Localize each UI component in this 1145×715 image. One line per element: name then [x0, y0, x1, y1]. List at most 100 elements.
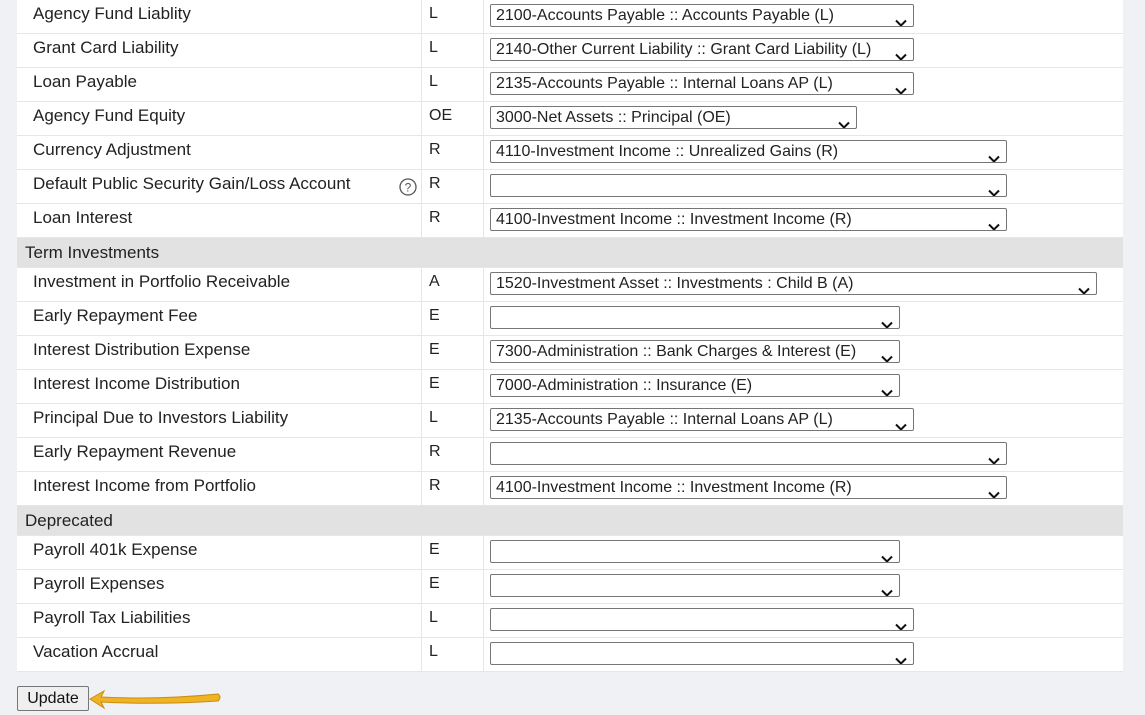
account-role-label: Payroll Tax Liabilities	[33, 608, 191, 627]
account-role-label: Payroll 401k Expense	[33, 540, 198, 559]
account-select-value: 4100-Investment Income :: Investment Inc…	[496, 479, 852, 496]
chevron-down-icon	[895, 650, 907, 664]
account-select[interactable]: 4100-Investment Income :: Investment Inc…	[490, 476, 1007, 499]
account-type-cell: L	[422, 638, 484, 671]
table-row: Agency Fund Liablity L 2100-Accounts Payab…	[17, 0, 1123, 34]
account-select[interactable]	[490, 306, 900, 329]
chevron-down-icon	[881, 548, 893, 562]
account-role-cell: Default Public Security Gain/Loss Accoun…	[17, 170, 422, 203]
account-cell: 4100-Investment Income :: Investment Inc…	[484, 472, 1123, 505]
account-type-cell: R	[422, 170, 484, 203]
account-role-cell: Early Repayment Revenue	[17, 438, 422, 471]
account-select[interactable]: 4100-Investment Income :: Investment Inc…	[490, 208, 1007, 231]
account-select-value: 7000-Administration :: Insurance (E)	[496, 377, 753, 394]
account-role-label: Interest Distribution Expense	[33, 340, 251, 359]
account-select[interactable]	[490, 574, 900, 597]
account-role-label: Loan Interest	[33, 208, 133, 227]
account-role-cell: Loan Payable	[17, 68, 422, 101]
account-role-cell: Payroll Tax Liabilities	[17, 604, 422, 637]
account-role-label: Early Repayment Revenue	[33, 442, 237, 461]
table-row: Loan Payable L 2135-Accounts Payable :: In…	[17, 68, 1123, 102]
account-type-cell: R	[422, 438, 484, 471]
account-role-label: Default Public Security Gain/Loss Accoun…	[33, 174, 351, 193]
account-type-cell: L	[422, 404, 484, 437]
account-select-value: 7300-Administration :: Bank Charges & In…	[496, 343, 857, 360]
account-role-cell: Payroll 401k Expense	[17, 536, 422, 569]
table-row: Interest Income from Portfolio R 4100-Inve…	[17, 472, 1123, 506]
account-select[interactable]	[490, 608, 914, 631]
account-type-cell: E	[422, 536, 484, 569]
table-row: Payroll Tax Liabilities L	[17, 604, 1123, 638]
account-select-value: 2100-Accounts Payable :: Accounts Payabl…	[496, 7, 834, 24]
account-select[interactable]: 2135-Accounts Payable :: Internal Loans …	[490, 408, 914, 431]
account-cell: 2135-Accounts Payable :: Internal Loans …	[484, 68, 1123, 101]
account-select[interactable]: 1520-Investment Asset :: Investments : C…	[490, 272, 1097, 295]
account-mapping-table: Agency Fund Liablity L 2100-Accounts Payab…	[17, 0, 1123, 672]
account-cell: 2140-Other Current Liability :: Grant Ca…	[484, 34, 1123, 67]
table-row: Payroll Expenses E	[17, 570, 1123, 604]
account-select[interactable]: 3000-Net Assets :: Principal (OE)	[490, 106, 857, 129]
account-select[interactable]: 2135-Accounts Payable :: Internal Loans …	[490, 72, 914, 95]
table-row: Agency Fund Equity OE 3000-Net Assets :: P…	[17, 102, 1123, 136]
account-type-cell: L	[422, 604, 484, 637]
account-select[interactable]: 7300-Administration :: Bank Charges & In…	[490, 340, 900, 363]
chevron-down-icon	[895, 12, 907, 26]
account-select-value: 2135-Accounts Payable :: Internal Loans …	[496, 75, 833, 92]
account-role-label: Principal Due to Investors Liability	[33, 408, 289, 427]
table-row: Loan Interest R 4100-Investment Income :: …	[17, 204, 1123, 238]
account-select[interactable]	[490, 442, 1007, 465]
account-role-cell: Agency Fund Liablity	[17, 0, 422, 33]
help-icon[interactable]: ?	[399, 178, 417, 196]
chevron-down-icon	[881, 582, 893, 596]
account-cell	[484, 302, 1123, 335]
table-row: Vacation Accrual L	[17, 638, 1123, 672]
account-type-cell: L	[422, 0, 484, 33]
account-cell: 4100-Investment Income :: Investment Inc…	[484, 204, 1123, 237]
account-role-cell: Interest Income from Portfolio	[17, 472, 422, 505]
chevron-down-icon	[881, 314, 893, 328]
account-select-value: 4110-Investment Income :: Unrealized Gai…	[496, 143, 839, 160]
table-row: Payroll 401k Expense E	[17, 536, 1123, 570]
account-role-cell: Grant Card Liability	[17, 34, 422, 67]
table-row: Interest Distribution Expense E 7300-Admin…	[17, 336, 1123, 370]
account-role-cell: Vacation Accrual	[17, 638, 422, 671]
account-cell	[484, 638, 1123, 671]
account-type-cell: A	[422, 268, 484, 301]
account-role-label: Loan Payable	[33, 72, 137, 91]
table-row: Early Repayment Fee E	[17, 302, 1123, 336]
account-select[interactable]	[490, 540, 900, 563]
account-cell: 2100-Accounts Payable :: Accounts Payabl…	[484, 0, 1123, 33]
update-button[interactable]: Update	[17, 686, 89, 711]
account-role-cell: Payroll Expenses	[17, 570, 422, 603]
account-select[interactable]: 2140-Other Current Liability :: Grant Ca…	[490, 38, 914, 61]
account-cell	[484, 570, 1123, 603]
chevron-down-icon	[988, 148, 1000, 162]
account-role-label: Interest Income Distribution	[33, 374, 240, 393]
account-role-label: Currency Adjustment	[33, 140, 191, 159]
account-select[interactable]: 7000-Administration :: Insurance (E)	[490, 374, 900, 397]
account-select[interactable]: 4110-Investment Income :: Unrealized Gai…	[490, 140, 1007, 163]
svg-text:?: ?	[405, 181, 412, 195]
account-select[interactable]	[490, 174, 1007, 197]
account-role-cell: Early Repayment Fee	[17, 302, 422, 335]
account-type-cell: R	[422, 472, 484, 505]
account-cell: 7300-Administration :: Bank Charges & In…	[484, 336, 1123, 369]
account-cell: 1520-Investment Asset :: Investments : C…	[484, 268, 1123, 301]
account-role-label: Grant Card Liability	[33, 38, 179, 57]
account-select-value: 2135-Accounts Payable :: Internal Loans …	[496, 411, 833, 428]
account-type-cell: E	[422, 370, 484, 403]
chevron-down-icon	[1078, 280, 1090, 294]
account-select-value: 4100-Investment Income :: Investment Inc…	[496, 211, 852, 228]
account-cell: 3000-Net Assets :: Principal (OE)	[484, 102, 1123, 135]
account-cell	[484, 438, 1123, 471]
table-row: Investment in Portfolio Receivable A 1520-…	[17, 268, 1123, 302]
chevron-down-icon	[895, 616, 907, 630]
account-role-label: Investment in Portfolio Receivable	[33, 272, 291, 291]
account-type-cell: E	[422, 570, 484, 603]
account-role-cell: Loan Interest	[17, 204, 422, 237]
chevron-down-icon	[895, 416, 907, 430]
account-select[interactable]	[490, 642, 914, 665]
account-select[interactable]: 2100-Accounts Payable :: Accounts Payabl…	[490, 4, 914, 27]
account-select-value: 3000-Net Assets :: Principal (OE)	[496, 109, 731, 126]
table-row: Early Repayment Revenue R	[17, 438, 1123, 472]
